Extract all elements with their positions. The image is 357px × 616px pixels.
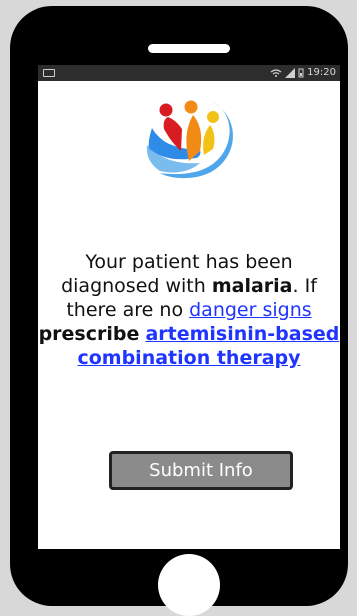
status-bar: 19:20 — [38, 65, 340, 81]
diagnosis-malaria: malaria — [211, 275, 293, 297]
status-icons: 19:20 — [270, 65, 336, 81]
phone-screen: 19:20 Your patient has been diagnosed wi… — [38, 65, 340, 549]
home-button[interactable] — [158, 554, 220, 616]
status-time: 19:20 — [307, 67, 336, 78]
notification-icon — [43, 69, 55, 77]
battery-icon — [298, 68, 304, 78]
phone-frame: 19:20 Your patient has been diagnosed wi… — [10, 6, 348, 616]
danger-signs-link[interactable]: danger signs — [189, 299, 312, 321]
diagnosis-message: Your patient has been diagnosed with mal… — [38, 250, 340, 370]
signal-icon — [285, 68, 296, 78]
wifi-icon — [270, 69, 282, 77]
care-hand-logo-icon — [146, 100, 233, 179]
speaker-slot — [148, 44, 230, 53]
prescribe-text: prescribe — [38, 323, 140, 345]
submit-info-button[interactable]: Submit Info — [109, 451, 293, 490]
